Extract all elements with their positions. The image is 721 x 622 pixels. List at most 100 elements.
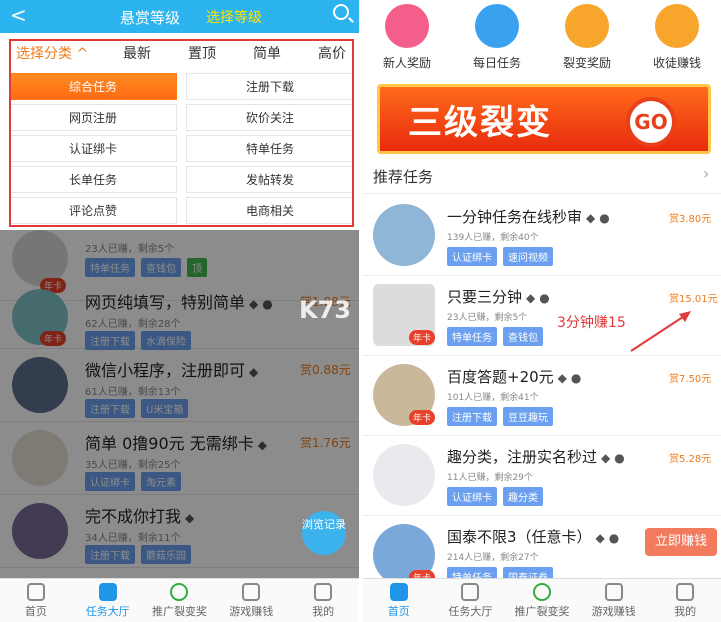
gift-icon <box>385 4 429 48</box>
tab-label: 任务大厅 <box>85 605 130 618</box>
sort-simple[interactable]: 简单 <box>253 43 281 63</box>
bottom-nav: 首页 任务大厅 推广裂变奖 游戏赚钱 我的 <box>0 578 359 622</box>
tag: 认证绑卡 <box>447 247 497 266</box>
earn-now-label: 立即赚钱 <box>654 534 707 549</box>
task-tags: 认证绑卡 速问视频 <box>447 247 553 266</box>
tab-home[interactable]: 首页 <box>363 579 435 622</box>
apprentice-entry[interactable]: 收徒赚钱 <box>637 4 717 71</box>
reward-amount: 赏5.28元 <box>669 454 712 465</box>
browse-history-label: 浏览记录 <box>302 518 346 531</box>
sort-high-price[interactable]: 高价 <box>318 43 346 63</box>
tab-games[interactable]: 游戏赚钱 <box>215 579 287 622</box>
category-toggle[interactable]: 选择分类 ^ <box>16 43 88 63</box>
task-list-icon <box>98 583 117 601</box>
go-button[interactable]: GO <box>626 97 676 147</box>
search-icon[interactable] <box>333 4 349 20</box>
tab-label: 首页 <box>24 605 47 618</box>
avatar <box>373 444 435 506</box>
task-list-icon <box>461 583 480 601</box>
list-item[interactable]: 一分钟任务在线秒审 ◆ ● 139人已赚，剩余40个 认证绑卡 速问视频 赏3.80元 <box>363 196 721 276</box>
tab-label: 推广裂变奖 <box>151 605 207 618</box>
annotation-text: 3分钟赚15 <box>557 315 626 331</box>
gamepad-icon <box>604 583 623 601</box>
tab-referral[interactable]: 推广裂变奖 <box>506 579 578 622</box>
task-name: 百度答题+20元 ◆ ● <box>447 368 582 386</box>
reward-amount: 赏15.01元 <box>669 294 718 305</box>
category-option[interactable]: 综合任务 <box>9 73 177 100</box>
category-option[interactable]: 注册下载 <box>186 73 354 100</box>
entry-label: 新人奖励 <box>382 56 431 70</box>
quick-entry-row: 新人奖励 每日任务 裂变奖励 收徒赚钱 <box>363 0 721 78</box>
network-icon <box>565 4 609 48</box>
right-screen: 新人奖励 每日任务 裂变奖励 收徒赚钱 三级裂变 GO 推荐任务 › 一分钟任务… <box>363 0 721 622</box>
user-icon <box>676 583 695 601</box>
earn-now-button[interactable]: 立即赚钱 <box>645 528 717 556</box>
android-icon: ◆ <box>526 291 536 305</box>
category-option[interactable]: 长单任务 <box>9 166 177 193</box>
fission-reward-entry[interactable]: 裂变奖励 <box>547 4 627 71</box>
task-meta: 214人已赚，剩余27个 <box>447 553 539 563</box>
newbie-reward-entry[interactable]: 新人奖励 <box>367 4 447 71</box>
page-title: 悬赏等级 <box>120 9 181 27</box>
tab-label: 任务大厅 <box>448 605 493 618</box>
category-option[interactable]: 电商相关 <box>186 197 354 224</box>
tab-label: 游戏赚钱 <box>591 605 636 618</box>
sort-pinned[interactable]: 置顶 <box>188 43 216 63</box>
vip-badge: 年卡 <box>409 410 436 425</box>
tab-label: 我的 <box>674 605 697 618</box>
reward-amount: 赏3.80元 <box>669 214 712 225</box>
tag: 速问视频 <box>503 247 553 266</box>
entry-label: 裂变奖励 <box>562 56 611 70</box>
entry-label: 每日任务 <box>472 56 521 70</box>
android-icon: ◆ <box>601 451 611 465</box>
tag: 趣分类 <box>503 487 543 506</box>
select-level-button[interactable]: 选择等级 <box>206 7 262 27</box>
android-icon: ◆ <box>557 371 567 385</box>
category-option[interactable]: 发帖转发 <box>186 166 354 193</box>
task-meta: 139人已赚，剩余40个 <box>447 233 539 243</box>
sort-latest[interactable]: 最新 <box>123 43 151 63</box>
task-tags: 认证绑卡 趣分类 <box>447 487 543 506</box>
tag: 查钱包 <box>503 327 543 346</box>
apple-icon: ● <box>614 451 625 465</box>
tab-label: 我的 <box>312 605 335 618</box>
banner-title: 三级裂变 <box>408 103 552 143</box>
apple-icon: ● <box>608 531 620 545</box>
tab-task-hall[interactable]: 任务大厅 <box>435 579 507 622</box>
back-icon[interactable]: < <box>10 2 27 28</box>
category-option[interactable]: 网页注册 <box>9 104 177 131</box>
category-option[interactable]: 特单任务 <box>186 135 354 162</box>
network-icon <box>170 583 189 601</box>
tag: 注册下载 <box>447 407 497 426</box>
list-item[interactable]: 趣分类，注册实名秒过 ◆ ● 11人已赚，剩余29个 认证绑卡 趣分类 赏5.28元 <box>363 436 721 516</box>
tab-games[interactable]: 游戏赚钱 <box>578 579 650 622</box>
task-name: 国泰不限3（任意卡） ◆ ● <box>447 528 620 546</box>
coin-icon <box>655 4 699 48</box>
tab-label: 游戏赚钱 <box>229 605 274 618</box>
android-icon: ◆ <box>586 211 596 225</box>
task-name: 趣分类，注册实名秒过 ◆ ● <box>447 448 625 466</box>
category-option[interactable]: 评论点赞 <box>9 197 177 224</box>
promo-banner[interactable]: 三级裂变 GO <box>377 84 711 154</box>
recommend-header[interactable]: 推荐任务 › <box>363 158 721 194</box>
tab-profile[interactable]: 我的 <box>287 579 359 622</box>
vip-badge: 年卡 <box>409 330 436 345</box>
category-option[interactable]: 砍价关注 <box>186 104 354 131</box>
daily-task-entry[interactable]: 每日任务 <box>457 4 537 71</box>
category-option[interactable]: 认证绑卡 <box>9 135 177 162</box>
network-icon <box>532 583 551 601</box>
tab-profile[interactable]: 我的 <box>649 579 721 622</box>
list-item[interactable]: 年卡 百度答题+20元 ◆ ● 101人已赚，剩余41个 注册下载 豆豆趣玩 赏7.5… <box>363 356 721 436</box>
browse-history-button[interactable]: 浏览记录 <box>302 511 346 555</box>
chevron-right-icon: › <box>703 164 710 183</box>
user-icon <box>314 583 333 601</box>
tab-referral[interactable]: 推广裂变奖 <box>144 579 216 622</box>
tag: 特单任务 <box>447 327 497 346</box>
tab-task-hall[interactable]: 任务大厅 <box>72 579 144 622</box>
entry-label: 收徒赚钱 <box>652 56 701 70</box>
tag: 豆豆趣玩 <box>503 407 553 426</box>
bottom-nav: 首页 任务大厅 推广裂变奖 游戏赚钱 我的 <box>363 578 721 622</box>
tab-home[interactable]: 首页 <box>0 579 72 622</box>
tab-label: 推广裂变奖 <box>514 605 570 618</box>
task-tags: 注册下载 豆豆趣玩 <box>447 407 553 426</box>
